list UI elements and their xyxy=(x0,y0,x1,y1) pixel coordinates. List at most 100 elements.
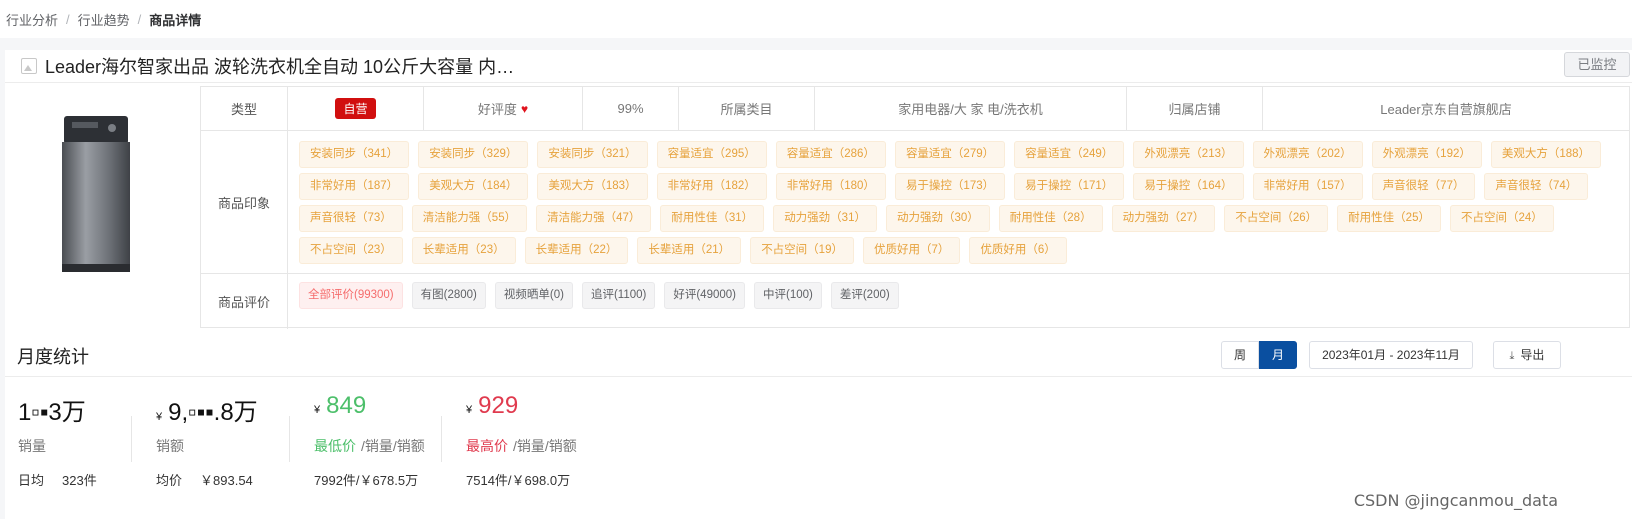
reviews-row: 商品评价 全部评价(99300) 有图(2800) 视频晒单(0) 追评(1100) 好… xyxy=(201,274,1629,329)
sales-quantity-stat: 1▫▪3万 销量 日均 323件 xyxy=(18,392,97,489)
impression-tag[interactable]: 安装同步（341） xyxy=(299,141,410,168)
impression-tag[interactable]: 非常好用（182） xyxy=(656,173,767,200)
impression-tag[interactable]: 不占空间（24） xyxy=(1449,205,1554,232)
monitor-button[interactable]: 已监控 xyxy=(1564,52,1630,77)
breadcrumb-separator: / xyxy=(137,11,142,27)
breadcrumb: 行业分析 / 行业趋势 / 商品详情 xyxy=(0,0,1632,38)
breadcrumb-current: 商品详情 xyxy=(149,12,202,28)
date-range-picker[interactable]: 2023年01月 - 2023年11月 xyxy=(1309,341,1473,369)
period-week-button[interactable]: 周 xyxy=(1221,341,1259,369)
impression-tag[interactable]: 动力强劲（30） xyxy=(885,205,990,232)
impression-tag[interactable]: 美观大方（188） xyxy=(1490,141,1602,168)
max-price-value: 929 xyxy=(478,392,519,419)
monthly-stats-header: 月度统计 周 月 2023年01月 - 2023年11月 ⤓ 导出 xyxy=(5,330,1632,377)
impression-tag[interactable]: 非常好用（157） xyxy=(1252,173,1363,200)
review-filter-button[interactable]: 视频晒单(0) xyxy=(494,282,573,309)
impression-tags: 安装同步（341） 安装同步（329） 安装同步（321） 容量适宜（295） 容量适宜… xyxy=(299,141,1625,269)
rating-label-cell: 好评度 ♥ xyxy=(424,87,583,130)
impression-tag[interactable]: 外观漂亮（192） xyxy=(1371,141,1482,168)
sales-amount-label: 销额 xyxy=(156,438,184,454)
max-price-foot: 7514件/￥698.0万 xyxy=(466,473,571,488)
max-price-label: 最高价 xyxy=(466,438,508,454)
currency-symbol: ¥ xyxy=(156,411,163,423)
impression-tag[interactable]: 易于操控（173） xyxy=(894,173,1006,200)
impression-tag[interactable]: 清洁能力强（55） xyxy=(411,205,528,232)
impression-tag[interactable]: 不占空间（19） xyxy=(750,237,854,264)
daily-average: 日均 323件 xyxy=(18,470,97,489)
max-price-stat: ¥929 最高价/销量/销额 7514件/￥698.0万 xyxy=(466,392,577,489)
type-label: 类型 xyxy=(201,87,288,130)
image-placeholder-icon xyxy=(21,58,37,74)
sales-amount-big: ¥9,▫▪▪.8万 xyxy=(156,392,258,426)
min-price-big: ¥849 xyxy=(314,392,425,424)
impression-tag[interactable]: 不占空间（23） xyxy=(299,237,403,264)
impression-tag[interactable]: 安装同步（321） xyxy=(537,141,648,168)
min-price-label-row: 最低价/销量/销额 xyxy=(314,436,425,456)
category-label: 所属类目 xyxy=(679,87,815,130)
impression-tag[interactable]: 长辈适用（22） xyxy=(524,237,629,264)
impression-tag[interactable]: 安装同步（329） xyxy=(418,141,529,168)
impression-tag[interactable]: 美观大方（183） xyxy=(537,173,648,200)
period-month-button[interactable]: 月 xyxy=(1259,341,1297,369)
impression-tag[interactable]: 长辈适用（21） xyxy=(637,237,742,264)
impression-tag[interactable]: 容量适宜（249） xyxy=(1014,141,1125,168)
period-toggle: 周 月 xyxy=(1221,341,1297,369)
impression-tag[interactable]: 易于操控（171） xyxy=(1014,173,1125,200)
impression-tag[interactable]: 耐用性佳（31） xyxy=(660,205,765,232)
impression-tag[interactable]: 易于操控（164） xyxy=(1133,173,1244,200)
currency-symbol: ¥ xyxy=(314,404,321,416)
impression-tag[interactable]: 耐用性佳（28） xyxy=(998,205,1103,232)
breadcrumb-industry-trend[interactable]: 行业趋势 xyxy=(78,10,130,29)
review-filter-button[interactable]: 中评(100) xyxy=(753,282,822,309)
currency-symbol: ¥ xyxy=(466,404,473,416)
review-filter-button[interactable]: 有图(2800) xyxy=(411,282,486,309)
product-title: Leader海尔智家出品 波轮洗衣机全自动 10公斤大容量 内… xyxy=(45,57,515,77)
shop-value: Leader京东自营旗舰店 xyxy=(1380,102,1512,117)
min-price-label: 最低价 xyxy=(314,438,356,454)
self-operated-badge: 自营 xyxy=(335,98,376,119)
review-filter-button[interactable]: 全部评价(99300) xyxy=(299,282,403,309)
sales-amount-value: 9,▫▪▪.8万 xyxy=(168,399,258,426)
impression-tag[interactable]: 优质好用（6） xyxy=(969,237,1067,264)
review-filter-button[interactable]: 差评(200) xyxy=(830,282,899,309)
average-price-label: 均价 xyxy=(156,473,183,488)
type-cell: 自营 xyxy=(288,87,424,130)
category-value: 家用电器/大 家 电/洗衣机 xyxy=(815,87,1127,130)
review-filter-button[interactable]: 追评(1100) xyxy=(581,282,656,309)
impression-tag[interactable]: 容量适宜（295） xyxy=(656,141,767,168)
export-button[interactable]: ⤓ 导出 xyxy=(1493,341,1561,369)
impression-tag[interactable]: 动力强劲（31） xyxy=(773,205,877,232)
min-price-label-suffix: /销量/销额 xyxy=(361,438,425,454)
stat-divider xyxy=(131,416,132,462)
impression-tag[interactable]: 非常好用（187） xyxy=(299,173,410,200)
impression-tag[interactable]: 容量适宜（286） xyxy=(775,141,886,168)
breadcrumb-separator: / xyxy=(66,11,70,27)
impression-tag[interactable]: 声音很轻（74） xyxy=(1484,173,1589,200)
watermark: CSDN @jingcanmou_data xyxy=(1353,491,1558,510)
impression-tag[interactable]: 声音很轻（73） xyxy=(299,205,403,232)
shop-label: 归属店铺 xyxy=(1127,87,1263,130)
impression-tag[interactable]: 清洁能力强（47） xyxy=(536,205,652,232)
impression-tag[interactable]: 外观漂亮（213） xyxy=(1133,141,1244,168)
average-price-value: ￥893.54 xyxy=(200,473,253,488)
rating-value: 99% xyxy=(583,87,679,130)
product-detail-panel: Leader海尔智家出品 波轮洗衣机全自动 10公斤大容量 内… 已监控 类型 … xyxy=(5,50,1632,330)
impression-tag[interactable]: 长辈适用（23） xyxy=(411,237,516,264)
breadcrumb-industry-analysis[interactable]: 行业分析 xyxy=(6,10,58,29)
impression-tag[interactable]: 非常好用（180） xyxy=(775,173,886,200)
sales-quantity-label: 销量 xyxy=(18,438,46,454)
review-filter-button[interactable]: 好评(49000) xyxy=(664,282,745,309)
average-price: 均价 ￥893.54 xyxy=(156,470,258,489)
impression-tag[interactable]: 外观漂亮（202） xyxy=(1252,141,1363,168)
max-price-label-suffix: /销量/销额 xyxy=(513,438,577,454)
impression-tag[interactable]: 动力强劲（27） xyxy=(1111,205,1216,232)
impression-tag[interactable]: 不占空间（26） xyxy=(1224,205,1329,232)
heart-icon: ♥ xyxy=(520,101,529,116)
export-label: 导出 xyxy=(1520,348,1545,362)
impression-tag[interactable]: 容量适宜（279） xyxy=(894,141,1006,168)
impression-tag[interactable]: 优质好用（7） xyxy=(862,237,961,264)
impression-tag[interactable]: 声音很轻（77） xyxy=(1371,173,1476,200)
min-price-stat: ¥849 最低价/销量/销额 7992件/￥678.5万 xyxy=(314,392,425,489)
impression-tag[interactable]: 耐用性佳（25） xyxy=(1337,205,1441,232)
impression-tag[interactable]: 美观大方（184） xyxy=(418,173,529,200)
